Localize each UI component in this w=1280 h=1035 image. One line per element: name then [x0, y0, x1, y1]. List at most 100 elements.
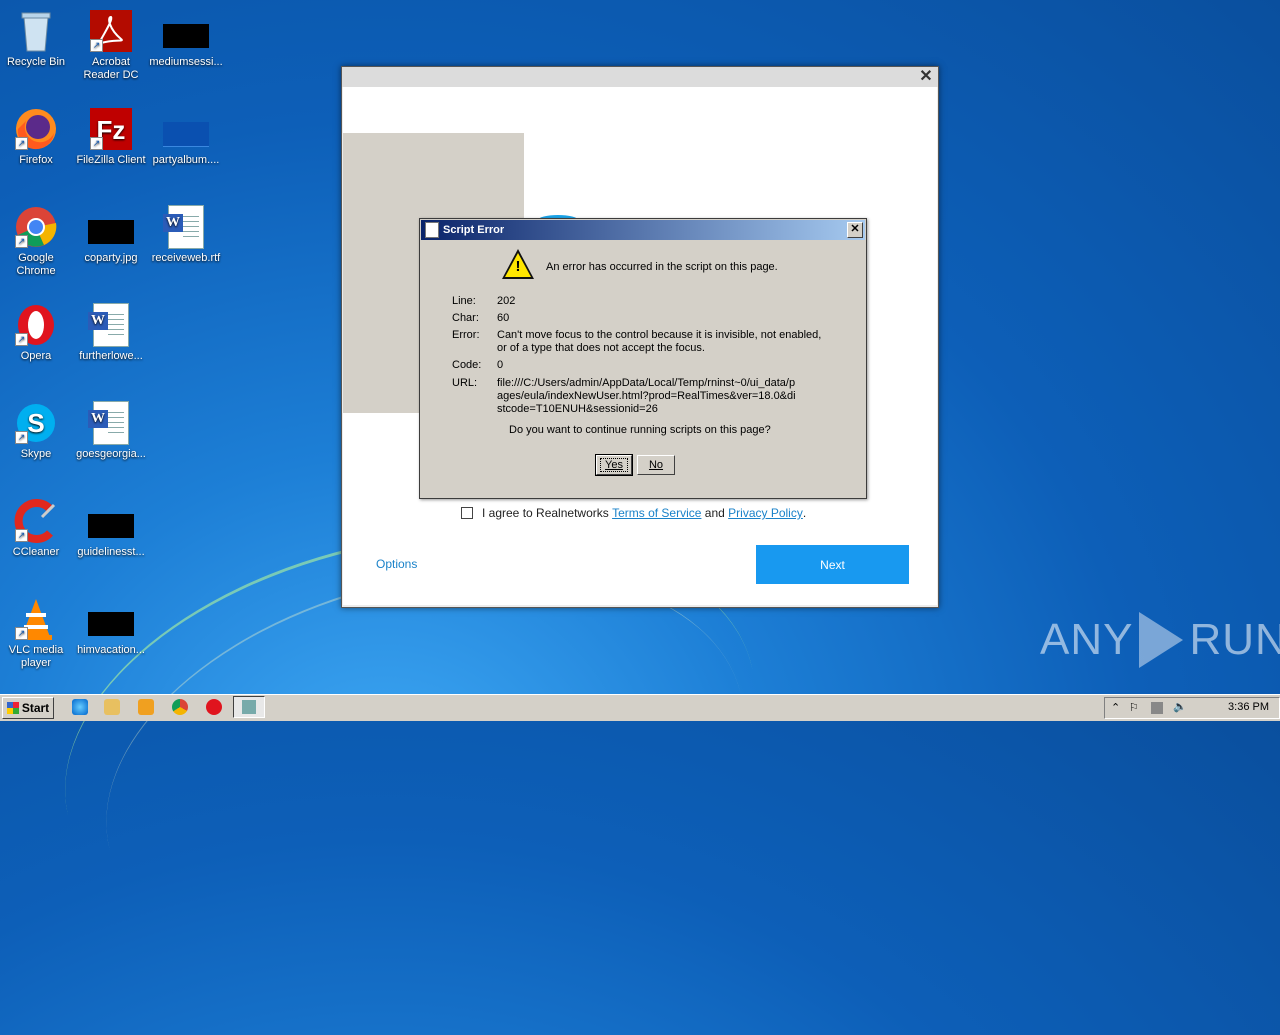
- icon-label: receiveweb.rtf: [151, 252, 221, 264]
- desktop-icon-acrobat[interactable]: ↗ Acrobat Reader DC: [73, 8, 149, 82]
- black-thumbnail-icon: [88, 596, 134, 642]
- and-text: and: [704, 506, 725, 520]
- desktop-icon-firefox[interactable]: ↗ Firefox: [0, 106, 74, 167]
- installer-close-button[interactable]: ✕: [918, 69, 934, 85]
- row-value: 202: [497, 295, 516, 307]
- icon-label: mediumsessi...: [149, 56, 223, 68]
- row-key: Error:: [452, 329, 480, 341]
- desktop-icon-chrome[interactable]: ↗ Google Chrome: [0, 204, 74, 278]
- script-error-dialog: Script Error ✕ ! An error has occurred i…: [419, 218, 867, 499]
- error-row-url: URL: file:///C:/Users/admin/AppData/Loca…: [452, 377, 797, 416]
- svg-text:S: S: [27, 408, 44, 438]
- terms-of-service-link[interactable]: Terms of Service: [612, 506, 701, 520]
- desktop-icon-filezilla[interactable]: Fz ↗ FileZilla Client: [73, 106, 149, 167]
- volume-icon[interactable]: 🔈: [1173, 700, 1187, 713]
- installer-titlebar[interactable]: ✕: [342, 67, 938, 87]
- icon-label: Opera: [20, 350, 52, 362]
- privacy-policy-link[interactable]: Privacy Policy: [728, 506, 803, 520]
- watermark-left-text: ANY: [1040, 615, 1134, 664]
- taskbar-explorer-icon[interactable]: [104, 699, 120, 715]
- agree-row: I agree to Realnetworks Terms of Service…: [461, 506, 806, 520]
- shortcut-arrow-icon: ↗: [15, 627, 28, 640]
- icon-label: Acrobat Reader DC: [83, 56, 139, 81]
- error-row-code: Code: 0: [452, 359, 827, 372]
- icon-label: goesgeorgia...: [76, 448, 146, 460]
- dialog-title: Script Error: [443, 224, 505, 236]
- desktop-icon-mediumsessi[interactable]: mediumsessi...: [148, 8, 224, 69]
- row-value: file:///C:/Users/admin/AppData/Local/Tem…: [497, 377, 796, 415]
- error-row-error: Error: Can't move focus to the control b…: [452, 329, 827, 355]
- icon-label: coparty.jpg: [84, 252, 138, 264]
- network-icon[interactable]: [1151, 702, 1163, 714]
- agree-checkbox[interactable]: [461, 507, 473, 519]
- dialog-close-button[interactable]: ✕: [847, 222, 863, 238]
- system-tray: ⌃ ⚐ 🔈 3:36 PM: [1104, 697, 1280, 719]
- icon-label: FileZilla Client: [76, 154, 146, 166]
- taskbar-chrome-icon[interactable]: [172, 699, 188, 715]
- document-icon: [425, 222, 439, 238]
- options-link[interactable]: Options: [376, 557, 417, 571]
- word-doc-icon: W: [163, 204, 209, 250]
- windows-logo-icon: [6, 702, 19, 714]
- error-question: Do you want to continue running scripts …: [509, 424, 771, 436]
- desktop-icon-opera[interactable]: ↗ Opera: [0, 302, 74, 363]
- yes-button[interactable]: Yes: [595, 454, 633, 476]
- tray-expand-icon[interactable]: ⌃: [1111, 701, 1120, 714]
- watermark-right-text: RUN: [1189, 615, 1280, 664]
- desktop-icon-skype[interactable]: S ↗ Skype: [0, 400, 74, 461]
- icon-label: guidelinesst...: [77, 546, 145, 558]
- taskbar-clock[interactable]: 3:36 PM: [1228, 701, 1269, 713]
- icon-label: himvacation...: [77, 644, 145, 656]
- row-value: Can't move focus to the control because …: [497, 329, 822, 354]
- desktop-icon-himvacation[interactable]: himvacation...: [73, 596, 149, 657]
- desktop-icon-vlc[interactable]: ↗ VLC media player: [0, 596, 74, 670]
- blue-thumbnail-icon: [163, 106, 209, 152]
- black-thumbnail-icon: [163, 8, 209, 54]
- start-label: Start: [21, 701, 50, 715]
- filezilla-icon: Fz ↗: [88, 106, 134, 152]
- next-button[interactable]: Next: [756, 545, 909, 584]
- shortcut-arrow-icon: ↗: [90, 137, 103, 150]
- icon-label: Recycle Bin: [6, 56, 66, 68]
- icon-label: partyalbum....: [152, 154, 220, 166]
- desktop-icon-partyalbum[interactable]: partyalbum....: [148, 106, 224, 167]
- row-key: Char:: [452, 312, 479, 324]
- start-button[interactable]: Start: [2, 697, 54, 719]
- desktop-icon-guidelinesst[interactable]: guidelinesst...: [73, 498, 149, 559]
- taskbar-ie-icon[interactable]: [72, 699, 88, 715]
- shortcut-arrow-icon: ↗: [15, 333, 28, 346]
- action-center-flag-icon[interactable]: ⚐: [1129, 701, 1139, 714]
- icon-label: Skype: [20, 448, 52, 460]
- taskbar: Start ⌃ ⚐ 🔈 3:36 PM: [0, 694, 1280, 721]
- shortcut-arrow-icon: ↗: [15, 529, 28, 542]
- vlc-icon: ↗: [13, 596, 59, 642]
- desktop-icon-coparty[interactable]: coparty.jpg: [73, 204, 149, 265]
- play-logo-icon: [1139, 612, 1184, 668]
- script-error-titlebar[interactable]: Script Error ✕: [421, 220, 865, 240]
- opera-icon: ↗: [13, 302, 59, 348]
- icon-label: CCleaner: [12, 546, 60, 558]
- icon-label: VLC media player: [8, 644, 64, 669]
- no-label: No: [648, 459, 664, 471]
- desktop-icon-furtherlowe[interactable]: W furtherlowe...: [73, 302, 149, 363]
- taskbar-installer-button[interactable]: [233, 696, 265, 718]
- row-value: 0: [497, 359, 504, 371]
- black-thumbnail-icon: [88, 498, 134, 544]
- recycle-bin-icon: [13, 8, 59, 54]
- icon-label: furtherlowe...: [79, 350, 143, 362]
- chrome-icon: ↗: [13, 204, 59, 250]
- shortcut-arrow-icon: ↗: [90, 39, 103, 52]
- word-doc-icon: W: [88, 400, 134, 446]
- no-button[interactable]: No: [637, 455, 675, 475]
- desktop-icon-recycle-bin[interactable]: Recycle Bin: [0, 8, 74, 69]
- taskbar-opera-icon[interactable]: [206, 699, 222, 715]
- desktop-icon-goesgeorgia[interactable]: W goesgeorgia...: [73, 400, 149, 461]
- agree-text: I agree to Realnetworks: [482, 506, 609, 520]
- warning-exclamation-icon: !: [515, 258, 521, 275]
- error-row-char: Char: 60: [452, 312, 827, 325]
- desktop-icon-receiveweb[interactable]: W receiveweb.rtf: [148, 204, 224, 265]
- desktop-icon-ccleaner[interactable]: ↗ CCleaner: [0, 498, 74, 559]
- installer-app-icon: [242, 700, 256, 714]
- taskbar-media-player-icon[interactable]: [138, 699, 154, 715]
- shortcut-arrow-icon: ↗: [15, 235, 28, 248]
